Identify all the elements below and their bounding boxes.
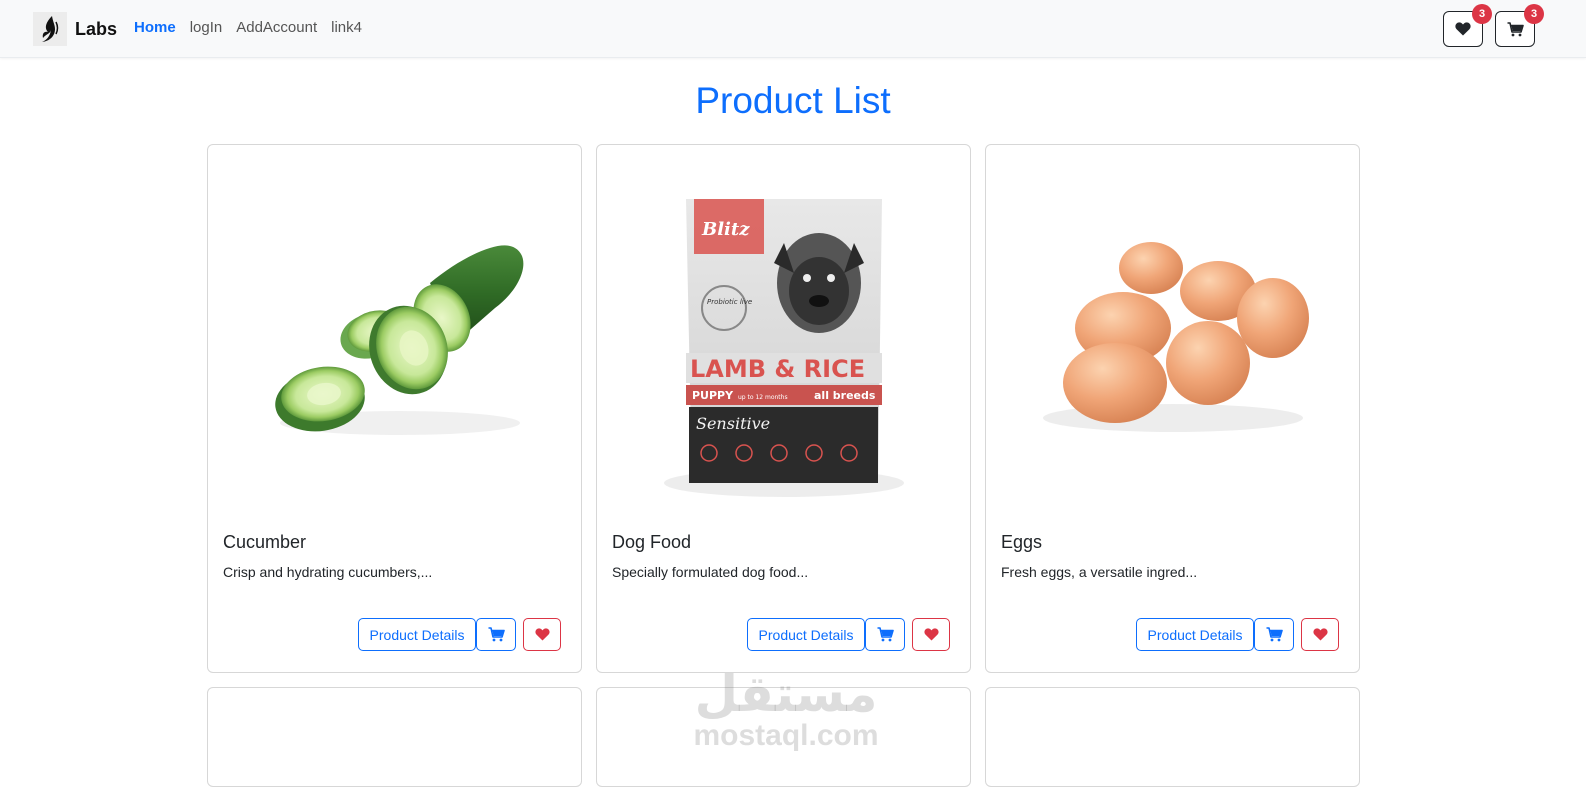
svg-text:Blitz: Blitz <box>701 219 750 240</box>
product-details-button[interactable]: Product Details <box>1136 618 1254 651</box>
svg-text:Probiotic live: Probiotic live <box>707 298 752 306</box>
product-card-cucumber: Cucumber Crisp and hydrating cucumbers,.… <box>207 144 582 673</box>
cart-button[interactable]: 3 <box>1495 4 1544 47</box>
wishlist-count-badge: 3 <box>1472 4 1492 24</box>
product-name: Eggs <box>1001 532 1043 552</box>
product-description: Crisp and hydrating cucumbers,... <box>223 564 433 580</box>
nav-links: Home logIn AddAccount link4 <box>134 19 362 36</box>
top-navbar: Labs Home logIn AddAccount link4 3 3 <box>0 0 1586 58</box>
cart-icon <box>1266 627 1283 642</box>
heart-icon <box>923 628 939 641</box>
svg-text:all breeds: all breeds <box>814 389 876 402</box>
cart-count-badge: 3 <box>1524 4 1544 24</box>
add-to-wishlist-button[interactable] <box>523 618 561 651</box>
add-to-wishlist-button[interactable] <box>1301 618 1339 651</box>
page-title: Product List <box>695 80 891 121</box>
cucumber-image <box>208 145 581 520</box>
eggs-image <box>986 145 1359 520</box>
nav-link-home[interactable]: Home <box>134 19 176 36</box>
svg-text:LAMB & RICE: LAMB & RICE <box>690 355 865 383</box>
cart-icon <box>1507 21 1524 36</box>
svg-text:up to 12 months: up to 12 months <box>738 394 788 401</box>
product-card-partial <box>985 687 1360 787</box>
product-card-partial <box>207 687 582 787</box>
dog-food-bag-image: Blitz Probiotic live LAMB & RICE PUPPY u… <box>597 145 970 520</box>
add-to-cart-button[interactable] <box>865 618 905 651</box>
add-to-cart-button[interactable] <box>476 618 516 651</box>
nav-link-login[interactable]: logIn <box>190 19 223 36</box>
brand-link[interactable]: Labs <box>33 11 117 47</box>
wishlist-button[interactable]: 3 <box>1443 4 1492 47</box>
add-to-cart-button[interactable] <box>1254 618 1294 651</box>
nav-link-add-account[interactable]: AddAccount <box>236 19 317 36</box>
product-details-button[interactable]: Product Details <box>747 618 865 651</box>
product-description: Specially formulated dog food... <box>612 564 809 580</box>
cart-icon <box>488 627 505 642</box>
brand-logo-icon <box>33 12 67 46</box>
cart-icon <box>877 627 894 642</box>
product-description: Fresh eggs, a versatile ingred... <box>1001 564 1198 580</box>
heart-icon <box>1455 22 1471 36</box>
svg-text:PUPPY: PUPPY <box>692 389 734 402</box>
product-name: Cucumber <box>223 532 307 552</box>
product-card-eggs: Eggs Fresh eggs, a versatile ingred... P… <box>985 144 1360 673</box>
product-name: Dog Food <box>612 532 692 552</box>
product-card-dog-food: Blitz Probiotic live LAMB & RICE PUPPY u… <box>596 144 971 673</box>
brand-name: Labs <box>75 18 118 39</box>
product-details-button[interactable]: Product Details <box>358 618 476 651</box>
add-to-wishlist-button[interactable] <box>912 618 950 651</box>
svg-text:Sensitive: Sensitive <box>696 414 770 433</box>
nav-link-link4[interactable]: link4 <box>331 19 362 36</box>
heart-icon <box>1312 628 1328 641</box>
product-card-partial <box>596 687 971 787</box>
heart-icon <box>534 628 550 641</box>
